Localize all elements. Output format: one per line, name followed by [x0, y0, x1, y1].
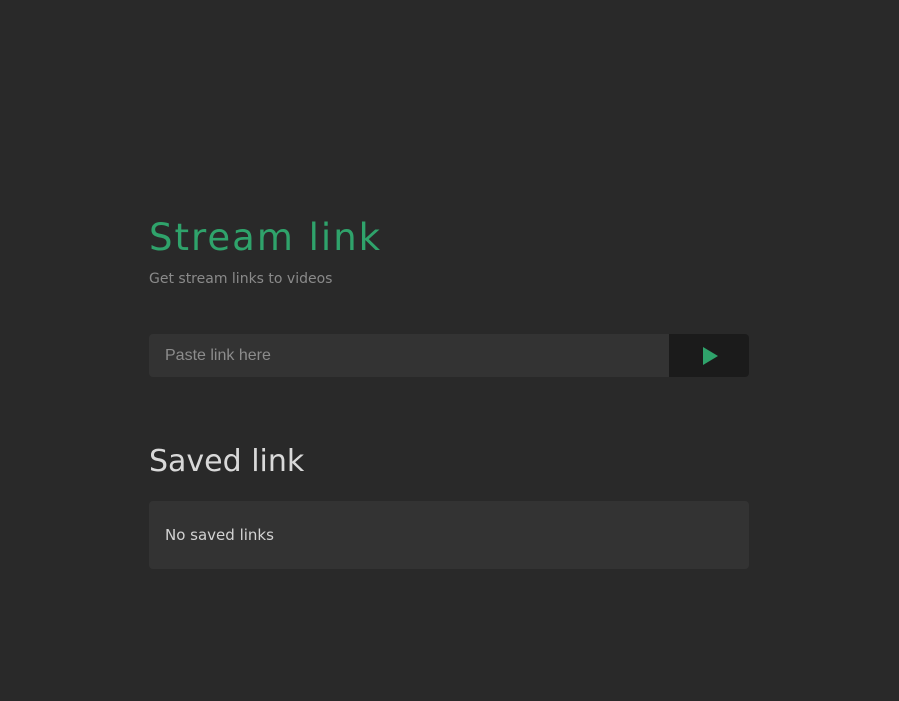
saved-links-panel: No saved links	[149, 501, 749, 569]
link-input[interactable]	[149, 334, 669, 377]
page-subtitle: Get stream links to videos	[149, 271, 333, 287]
get-stream-button[interactable]	[669, 334, 749, 377]
saved-links-heading: Saved link	[149, 444, 305, 479]
main-container: Stream link Get stream links to videos S…	[149, 214, 749, 569]
page-title: Stream link	[149, 216, 383, 259]
empty-saved-message: No saved links	[165, 526, 274, 544]
play-icon	[703, 346, 718, 365]
app-root: Stream link Get stream links to videos S…	[0, 0, 899, 701]
link-form	[149, 334, 749, 377]
